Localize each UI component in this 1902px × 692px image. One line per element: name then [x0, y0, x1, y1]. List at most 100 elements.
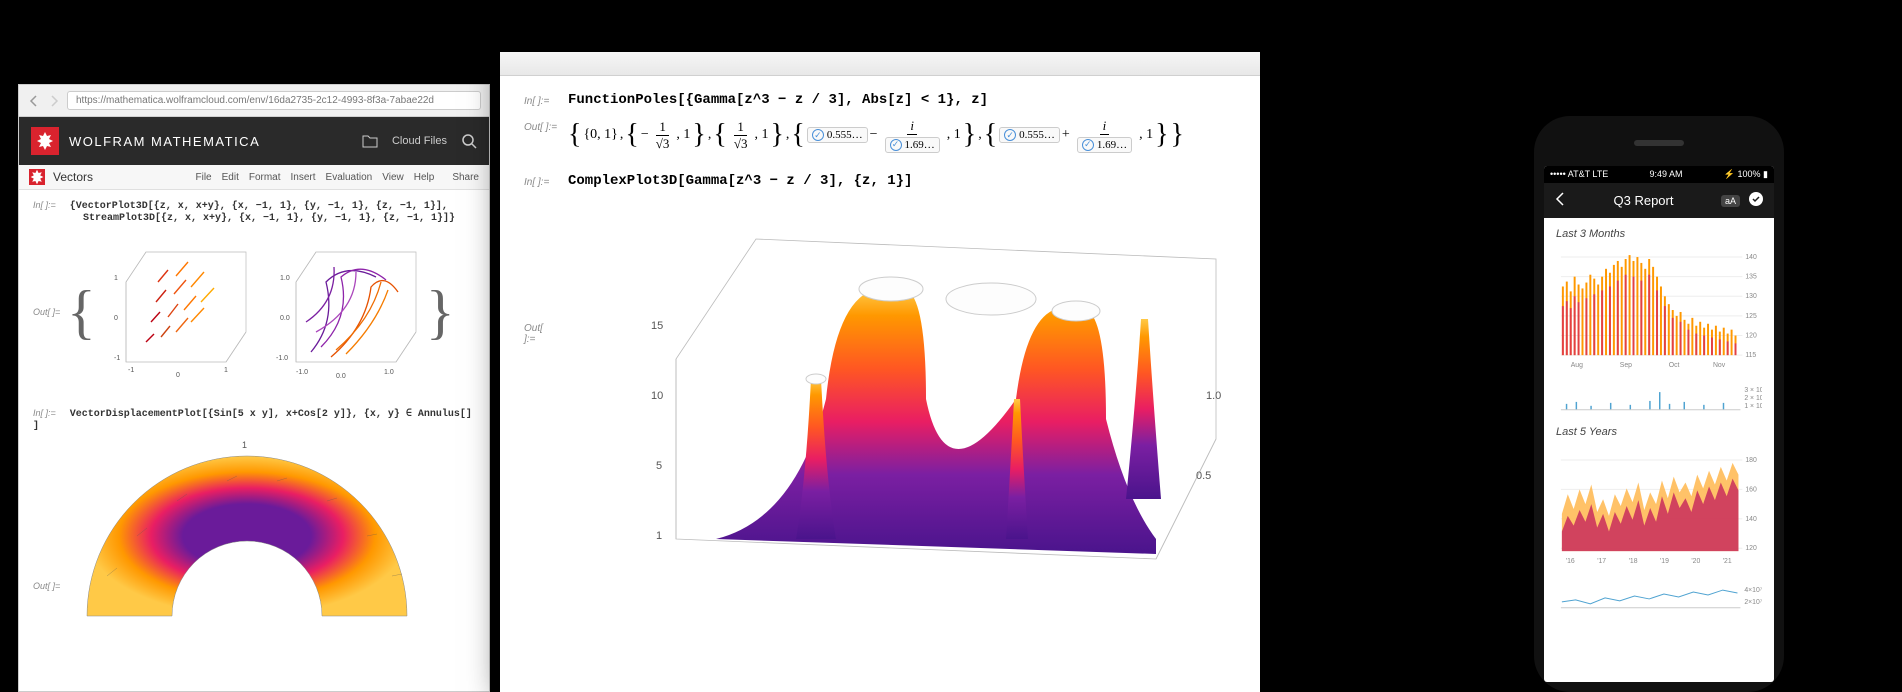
in-label-2: In[ ]:= — [33, 408, 67, 418]
svg-text:1: 1 — [242, 440, 247, 450]
forward-icon[interactable] — [47, 94, 61, 108]
wolfram-logo-icon — [31, 127, 59, 155]
z-tick: 10 — [651, 390, 663, 402]
document-header: Vectors File Edit Format Insert Evaluati… — [19, 165, 489, 190]
xy-tick: 1.0 — [1206, 390, 1221, 402]
svg-text:2×10⁷: 2×10⁷ — [1744, 599, 1762, 606]
approx-value-2[interactable]: ✓1.69… — [885, 137, 940, 153]
svg-text:'16: '16 — [1566, 558, 1575, 565]
menu-evaluation[interactable]: Evaluation — [326, 172, 373, 183]
in-label: In[ ]:= — [33, 200, 67, 210]
menu-edit[interactable]: Edit — [222, 172, 239, 183]
app-title: WOLFRAM MATHEMATICA — [69, 134, 352, 149]
frac-den: √3 — [731, 136, 751, 152]
out-label: Out[ ]:= — [524, 118, 568, 133]
svg-text:1: 1 — [224, 367, 228, 374]
phone-content[interactable]: Last 3 Months 140135130125120115 — [1544, 218, 1774, 682]
phone-device: ••••• AT&T LTE 9:49 AM ⚡ 100% ▮ Q3 Repor… — [1534, 116, 1784, 692]
svg-text:1 × 10⁷: 1 × 10⁷ — [1744, 403, 1762, 410]
back-icon[interactable] — [1554, 192, 1566, 209]
menu-file[interactable]: File — [195, 172, 211, 183]
menu-format[interactable]: Format — [249, 172, 281, 183]
chart-last-3-months[interactable]: 140135130125120115 AugSepOctNov — [1556, 246, 1762, 376]
svg-text:125: 125 — [1745, 313, 1757, 320]
plus-sign: + — [1062, 127, 1070, 143]
wolfram-small-icon — [29, 169, 45, 185]
annulus-plot-output[interactable]: 1 — [67, 436, 427, 636]
svg-text:120: 120 — [1745, 545, 1757, 552]
url-bar[interactable]: https://mathematica.wolframcloud.com/env… — [67, 91, 481, 110]
code-complex-plot[interactable]: ComplexPlot3D[Gamma[z^3 − z / 3], {z, 1}… — [568, 173, 912, 189]
out-label: Out[ ]= — [33, 307, 67, 317]
status-time: 9:49 AM — [1650, 169, 1683, 180]
svg-text:180: 180 — [1745, 457, 1757, 464]
approx-value-4[interactable]: ✓1.69… — [1077, 137, 1132, 153]
phone-screen: ••••• AT&T LTE 9:49 AM ⚡ 100% ▮ Q3 Repor… — [1544, 166, 1774, 682]
svg-text:'20: '20 — [1691, 558, 1700, 565]
minus-sign: − — [870, 127, 878, 143]
approx-value-3[interactable]: ✓0.555… — [999, 127, 1060, 143]
in-label: In[ ]:= — [524, 92, 568, 107]
cloud-files-link[interactable]: Cloud Files — [392, 135, 447, 147]
frac-num: 1 — [656, 119, 669, 136]
svg-text:0.0: 0.0 — [336, 373, 346, 380]
browser-toolbar: https://mathematica.wolframcloud.com/env… — [19, 85, 489, 117]
svg-text:'21: '21 — [1723, 558, 1732, 565]
menu-bar: File Edit Format Insert Evaluation View … — [195, 172, 434, 183]
minus-sign: − — [641, 127, 649, 143]
check-icon[interactable] — [1748, 191, 1764, 210]
svg-text:130: 130 — [1745, 293, 1757, 300]
mini-chart-2[interactable]: 4×10⁷2×10⁷ — [1556, 580, 1762, 610]
code-function-poles[interactable]: FunctionPoles[{Gamma[z^3 − z / 3], Abs[z… — [568, 92, 988, 108]
svg-text:2 × 10⁷: 2 × 10⁷ — [1744, 395, 1762, 402]
status-battery: ⚡ 100% ▮ — [1724, 169, 1768, 180]
svg-text:140: 140 — [1745, 254, 1757, 261]
share-link[interactable]: Share — [452, 172, 479, 183]
back-icon[interactable] — [27, 94, 41, 108]
pair-sep: , 1 — [676, 127, 690, 143]
text-size-button[interactable]: aA — [1721, 195, 1740, 207]
svg-text:0: 0 — [176, 372, 180, 379]
pair-sep: , 1 — [754, 127, 768, 143]
in-label-2: In[ ]:= — [524, 173, 568, 188]
svg-text:-1: -1 — [128, 367, 134, 374]
status-carrier: ••••• AT&T LTE — [1550, 169, 1608, 180]
search-icon[interactable] — [461, 133, 477, 149]
menu-insert[interactable]: Insert — [291, 172, 316, 183]
svg-text:Sep: Sep — [1620, 362, 1632, 369]
svg-text:140: 140 — [1745, 516, 1757, 523]
chart-last-5-years[interactable]: 180160140120 '16'17'18'19'20'21 — [1556, 444, 1762, 574]
notebook-body: In[ ]:= {VectorPlot3D[{z, x, x+y}, {x, −… — [19, 190, 489, 646]
folder-icon[interactable] — [362, 133, 378, 149]
desktop-body: In[ ]:= FunctionPoles[{Gamma[z^3 − z / 3… — [500, 76, 1260, 605]
out-label-2: Out[ ]= — [33, 581, 67, 591]
desktop-titlebar[interactable] — [500, 52, 1260, 76]
out-label-2: Out[ ]:= — [524, 319, 552, 345]
svg-text:0.0: 0.0 — [280, 315, 290, 322]
code-input-1-line-2[interactable]: StreamPlot3D[{z, x, x+y}, {x, −1, 1}, {y… — [83, 213, 455, 224]
vector-plot-3d-output[interactable]: -101 -101 — [96, 232, 256, 392]
imaginary-i: i — [910, 118, 914, 133]
function-poles-output: { {0, 1}, {− 1√3 , 1}, { 1√3 , 1}, { ✓0.… — [568, 118, 1184, 153]
svg-text:Aug: Aug — [1571, 362, 1583, 369]
stream-plot-3d-output[interactable]: -1.00.01.0 -1.00.01.0 — [266, 232, 426, 392]
svg-text:3 × 10⁷: 3 × 10⁷ — [1744, 387, 1762, 394]
status-bar: ••••• AT&T LTE 9:49 AM ⚡ 100% ▮ — [1544, 166, 1774, 183]
mini-chart-1[interactable]: 3 × 10⁷2 × 10⁷1 × 10⁷ — [1556, 382, 1762, 412]
svg-text:Nov: Nov — [1713, 362, 1726, 369]
code-input-2[interactable]: VectorDisplacementPlot[{Sin[5 x y], x+Co… — [33, 409, 472, 432]
approx-value-1[interactable]: ✓0.555… — [807, 127, 868, 143]
menu-help[interactable]: Help — [414, 172, 435, 183]
z-tick: 15 — [651, 320, 663, 332]
frac-den: √3 — [653, 136, 673, 152]
svg-text:160: 160 — [1745, 486, 1757, 493]
z-tick: 5 — [656, 460, 662, 472]
svg-text:1.0: 1.0 — [280, 275, 290, 282]
menu-view[interactable]: View — [382, 172, 404, 183]
svg-text:120: 120 — [1745, 332, 1757, 339]
frac-num: 1 — [734, 119, 747, 136]
complex-plot-3d-output[interactable]: 1 5 10 15 0.5 1.0 — [596, 199, 1236, 579]
code-input-1-line-1[interactable]: {VectorPlot3D[{z, x, x+y}, {x, −1, 1}, {… — [70, 201, 448, 212]
phone-speaker-icon — [1634, 140, 1684, 146]
svg-text:1.0: 1.0 — [384, 369, 394, 376]
